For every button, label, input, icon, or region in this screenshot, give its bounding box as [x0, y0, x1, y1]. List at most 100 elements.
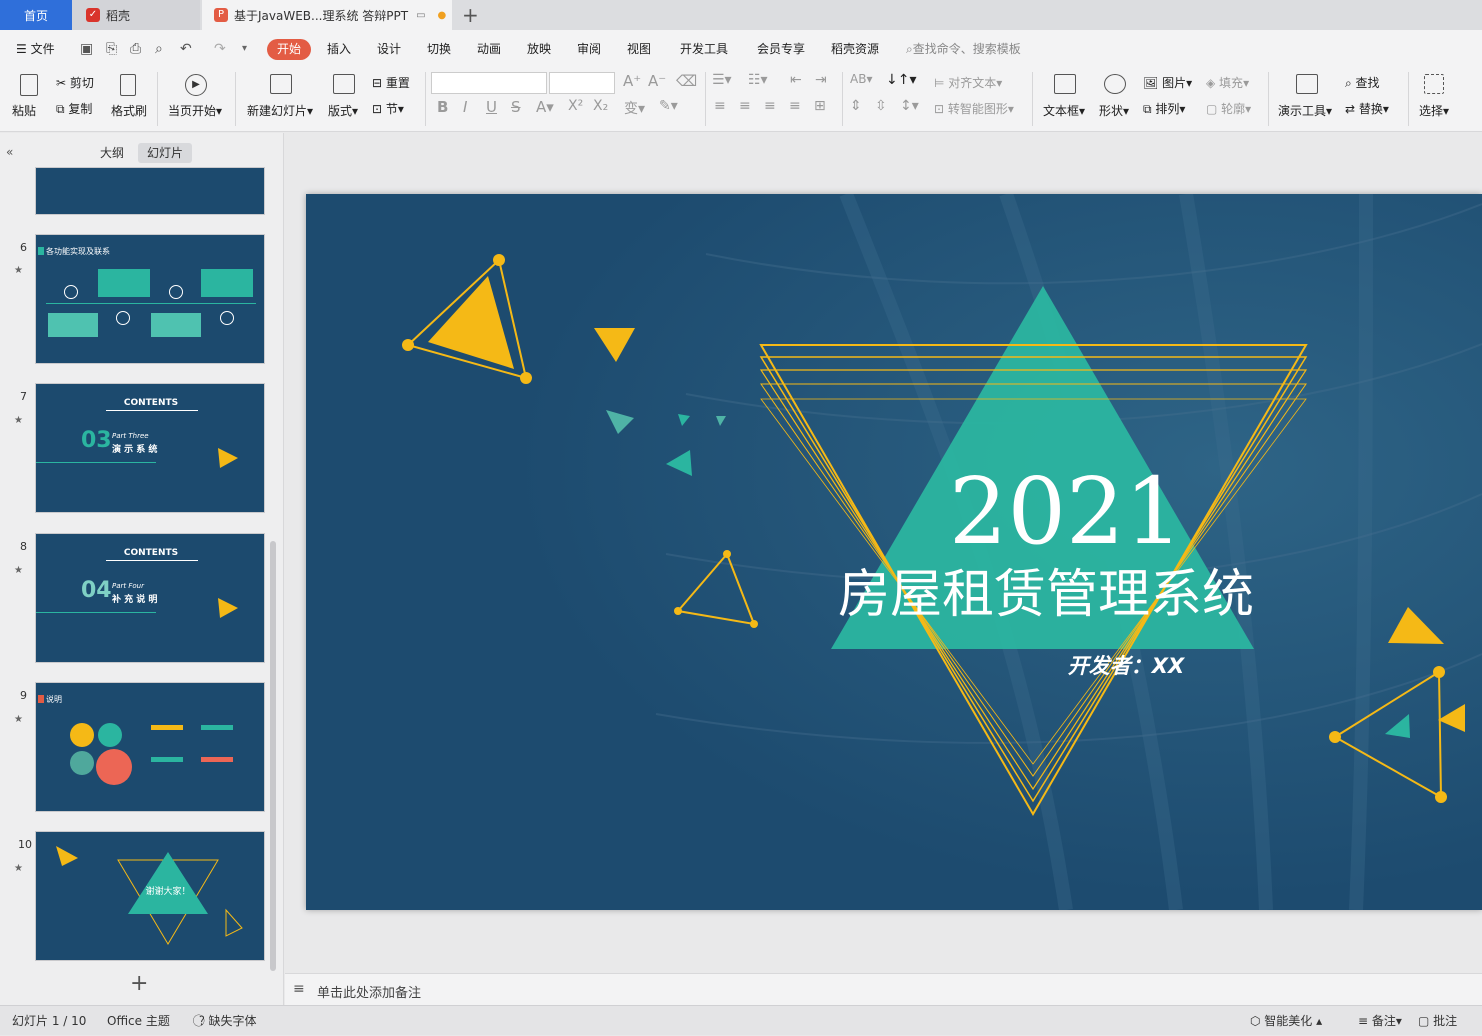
print-preview-icon[interactable]: ⌕ [155, 30, 163, 68]
paste-button[interactable]: 粘贴 [12, 102, 36, 119]
indent-decrease-icon[interactable]: ⇤ [790, 72, 802, 88]
reset-button[interactable]: ⊟ 重置 [372, 74, 410, 91]
smart-shape-button[interactable]: ⊡ 转智能图形▾ [934, 100, 1014, 117]
tab-transition[interactable]: 切换 [427, 30, 451, 68]
slide-thumbnail-7[interactable]: CONTENTS 03 Part Three 演 示 系 统 [35, 383, 265, 513]
slide-thumbnail-6[interactable]: 各功能实现及联系 [35, 234, 265, 364]
bold-icon[interactable]: B [437, 98, 448, 116]
present-tools-icon[interactable] [1296, 74, 1318, 94]
export-pdf-icon[interactable]: ⎘ [106, 30, 117, 68]
align-left-icon[interactable]: ≡ [714, 98, 726, 114]
tab-design[interactable]: 设计 [377, 30, 401, 68]
arrange-button[interactable]: ⧉ 排列▾ [1143, 100, 1185, 117]
print-icon[interactable]: ⎙ [130, 30, 141, 68]
font-color-icon[interactable]: A▾ [536, 98, 554, 116]
clear-format-icon[interactable]: ⌫ [676, 72, 697, 90]
tab-insert[interactable]: 插入 [327, 30, 351, 68]
indent-increase-icon[interactable]: ⇥ [815, 72, 827, 88]
text-direction-icon[interactable]: AB▾ [850, 72, 872, 86]
align-center-icon[interactable]: ≡ [739, 98, 751, 114]
textbox-icon[interactable] [1054, 74, 1076, 94]
tab-slideshow[interactable]: 放映 [527, 30, 551, 68]
numbered-list-icon[interactable]: ☷▾ [748, 72, 768, 88]
replace-button[interactable]: ⇄ 替换▾ [1345, 100, 1389, 117]
comments-button[interactable]: ▢ 批注 [1418, 1006, 1457, 1036]
notes-toggle-button[interactable]: ≡ 备注▾ [1358, 1006, 1402, 1036]
section-button[interactable]: ⊡ 节▾ [372, 100, 404, 117]
tab-member[interactable]: 会员专享 [757, 30, 805, 68]
smart-beautify-button[interactable]: ⬡ 智能美化 ▴ [1250, 1006, 1322, 1036]
picture-button[interactable]: 🖼 图片▾ [1143, 74, 1192, 91]
font-size-select[interactable] [549, 72, 615, 94]
align-text-button[interactable]: ⊨ 对齐文本▾ [934, 74, 1002, 91]
redo-icon[interactable]: ↷ [214, 30, 226, 68]
font-family-select[interactable] [431, 72, 547, 94]
add-slide-icon[interactable]: + [130, 971, 148, 996]
paragraph-spacing-icon[interactable]: ⇳ [875, 98, 887, 114]
missing-font-button[interactable]: ?⃝ 缺失字体 [199, 1006, 257, 1036]
cut-button[interactable]: ✂ 剪切 [56, 74, 94, 91]
fill-button[interactable]: ◈ 填充▾ [1206, 74, 1249, 91]
shape-button[interactable]: 形状▾ [1099, 102, 1129, 119]
outline-tab[interactable]: 大纲 [92, 144, 132, 161]
layout-button[interactable]: 版式▾ [328, 102, 358, 119]
italic-icon[interactable]: I [463, 98, 467, 116]
distribute-icon[interactable]: ⊞ [814, 98, 826, 114]
notes-bar[interactable]: ≡ 单击此处添加备注 [285, 973, 1482, 1005]
tab-daoke-resources[interactable]: 稻壳资源 [831, 30, 879, 68]
slide-thumbnail-10[interactable]: 谢谢大家！ [35, 831, 265, 961]
outline-button[interactable]: ▢ 轮廓▾ [1206, 100, 1251, 117]
slide-year[interactable]: 2021 [906, 462, 1226, 562]
tab-animation[interactable]: 动画 [477, 30, 501, 68]
undo-icon[interactable]: ↶ [180, 30, 192, 68]
subscript-icon[interactable]: X₂ [593, 98, 608, 114]
align-right-icon[interactable]: ≡ [764, 98, 776, 114]
tab-document[interactable]: P 基于JavaWEB...理系统 答辩PPT ▭ ● [202, 0, 452, 30]
sort-icon[interactable]: ↓↑▾ [886, 72, 917, 88]
new-slide-icon[interactable] [270, 74, 292, 94]
command-search[interactable]: ⌕查找命令、搜索模板 [906, 30, 1021, 68]
layout-icon[interactable] [333, 74, 355, 94]
collapse-panel-icon[interactable]: « [6, 145, 13, 159]
slide-developer[interactable]: 开发者：XX [1006, 650, 1246, 680]
line-spacing-icon[interactable]: ⇕ [850, 98, 862, 114]
panel-scrollbar[interactable] [270, 541, 276, 971]
underline-icon[interactable]: U [486, 98, 497, 116]
play-from-current-button[interactable]: 当页开始▾ [168, 102, 222, 119]
slide-title[interactable]: 房屋租赁管理系统 [826, 560, 1266, 630]
new-slide-button[interactable]: 新建幻灯片▾ [247, 102, 313, 119]
slide-canvas[interactable]: 2021 房屋租赁管理系统 开发者：XX [306, 194, 1482, 910]
slide-thumbnail-8[interactable]: CONTENTS 04 Part Four 补 充 说 明 [35, 533, 265, 663]
tab-start[interactable]: 开始 [267, 39, 311, 60]
notes-placeholder[interactable]: 单击此处添加备注 [317, 982, 421, 1001]
save-icon[interactable]: ▣ [80, 30, 93, 68]
shape-icon[interactable] [1104, 74, 1126, 94]
phonetic-icon[interactable]: 变▾ [624, 98, 645, 118]
monitor-icon[interactable]: ▭ [416, 10, 425, 21]
play-icon[interactable]: ▶ [185, 74, 207, 96]
copy-button[interactable]: ⧉ 复制 [56, 100, 92, 117]
tab-view[interactable]: 视图 [627, 30, 651, 68]
chevron-down-icon[interactable]: ▾ [242, 30, 247, 68]
select-button[interactable]: 选择▾ [1419, 102, 1449, 119]
slides-tab[interactable]: 幻灯片 [138, 143, 192, 163]
tab-developer[interactable]: 开发工具 [680, 30, 728, 68]
find-button[interactable]: ⌕ 查找 [1345, 74, 1380, 91]
file-menu[interactable]: ☰ 文件 [16, 30, 55, 68]
select-icon[interactable] [1424, 74, 1444, 94]
bullet-list-icon[interactable]: ☰▾ [712, 72, 732, 88]
tab-review[interactable]: 审阅 [577, 30, 601, 68]
present-tools-button[interactable]: 演示工具▾ [1278, 102, 1332, 119]
tab-daoke[interactable]: ✓ 稻壳 [72, 0, 200, 30]
decrease-font-icon[interactable]: A⁻ [648, 72, 666, 90]
paste-icon[interactable] [20, 74, 38, 96]
superscript-icon[interactable]: X² [568, 98, 583, 114]
strikethrough-icon[interactable]: S [511, 98, 521, 116]
format-painter-icon[interactable] [120, 74, 136, 96]
format-painter-button[interactable]: 格式刷 [111, 102, 147, 119]
theme-name[interactable]: Office 主题 [107, 1006, 170, 1036]
spacing-options-icon[interactable]: ↕▾ [900, 98, 919, 114]
tab-home[interactable]: 首页 [0, 0, 72, 30]
textbox-button[interactable]: 文本框▾ [1043, 102, 1085, 119]
new-tab-icon[interactable]: + [462, 3, 479, 27]
